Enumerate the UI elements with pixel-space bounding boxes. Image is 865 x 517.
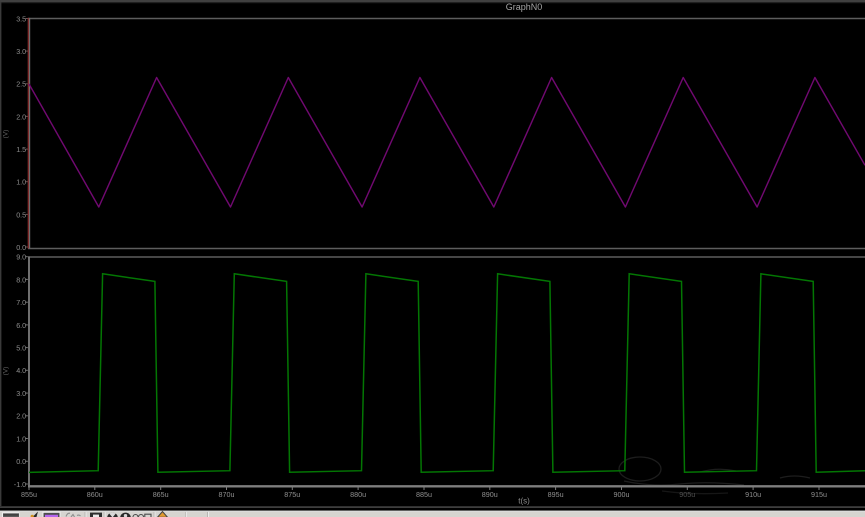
svg-text:2.5: 2.5 (16, 80, 26, 89)
svg-text:905u: 905u (679, 490, 695, 499)
svg-text:1.0: 1.0 (16, 434, 26, 443)
svg-text:0.5: 0.5 (16, 210, 26, 219)
svg-text:870u: 870u (219, 490, 235, 499)
svg-text:0.0: 0.0 (16, 243, 26, 252)
svg-text:855u: 855u (21, 490, 37, 499)
svg-text:t(s): t(s) (518, 497, 530, 506)
svg-text:(V): (V) (3, 367, 10, 376)
svg-text:885u: 885u (416, 490, 432, 499)
svg-text:865u: 865u (153, 490, 169, 499)
svg-text:4.0: 4.0 (16, 366, 26, 375)
svg-text:9.0: 9.0 (16, 253, 26, 262)
svg-text:860u: 860u (87, 490, 103, 499)
svg-text:6.0: 6.0 (16, 321, 26, 330)
svg-text:900u: 900u (614, 490, 630, 499)
svg-text:3.5: 3.5 (16, 14, 26, 23)
svg-text:8.0: 8.0 (16, 275, 26, 284)
svg-text:0.0: 0.0 (16, 457, 26, 466)
svg-text:2.0: 2.0 (16, 112, 26, 121)
svg-text:895u: 895u (548, 490, 564, 499)
svg-text:3.0: 3.0 (16, 47, 26, 56)
svg-text:(V): (V) (3, 130, 10, 139)
svg-text:875u: 875u (284, 490, 300, 499)
svg-text:1.5: 1.5 (16, 145, 26, 154)
svg-text:3.0: 3.0 (16, 389, 26, 398)
svg-text:910u: 910u (745, 490, 761, 499)
svg-text:880u: 880u (350, 490, 366, 499)
svg-text:7.0: 7.0 (16, 298, 26, 307)
svg-text:-1.0: -1.0 (14, 480, 26, 489)
svg-text:890u: 890u (482, 490, 498, 499)
svg-text:2.0: 2.0 (16, 412, 26, 421)
svg-text:GraphN0: GraphN0 (506, 2, 543, 12)
svg-text:1.0: 1.0 (16, 178, 26, 187)
svg-text:915u: 915u (811, 490, 827, 499)
svg-text:5.0: 5.0 (16, 344, 26, 353)
